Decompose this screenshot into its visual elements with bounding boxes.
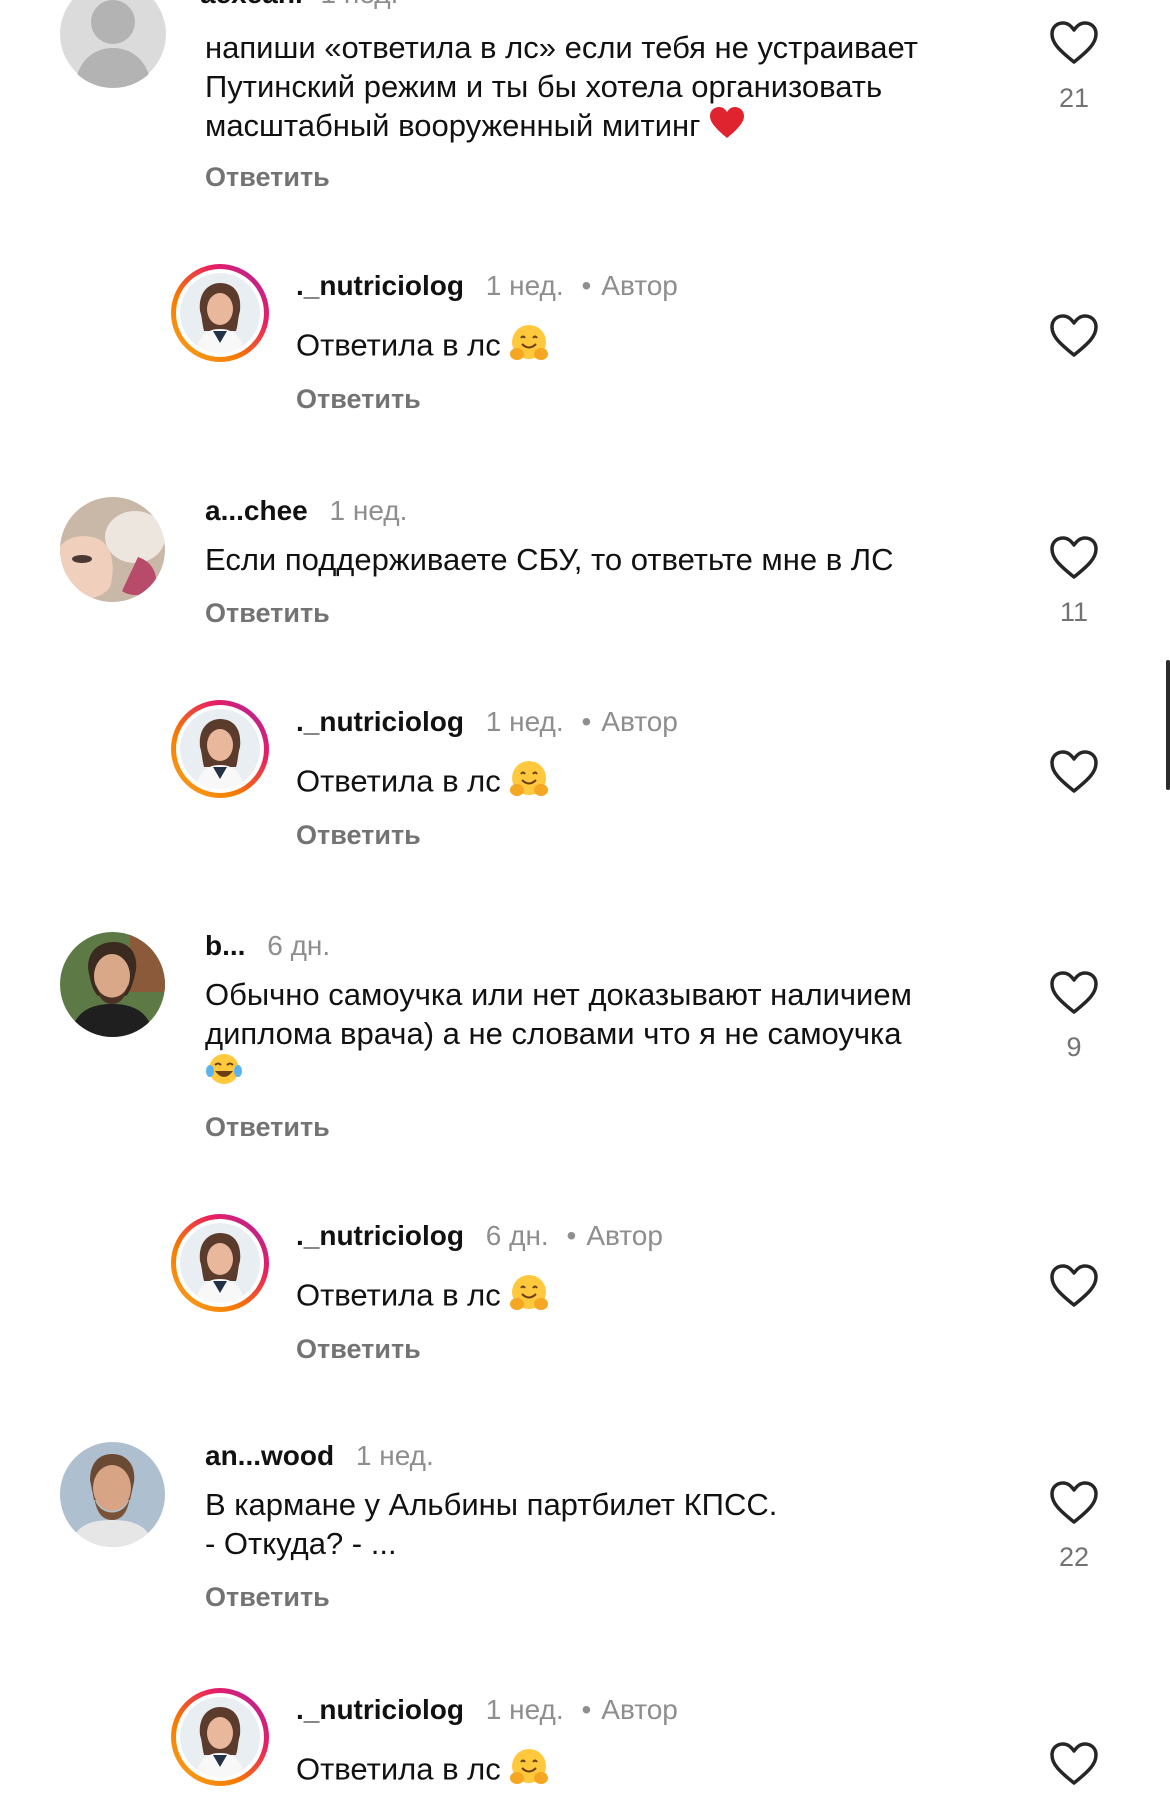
reply-button[interactable]: Ответить xyxy=(205,162,330,193)
comment-meta: ._nutriciolog 6 дн. • Автор xyxy=(296,1220,663,1251)
cut-off-username: aexeani 1 нед. xyxy=(200,0,398,10)
username[interactable]: ._nutriciolog xyxy=(296,706,464,737)
comment-meta: a...chee 1 нед. xyxy=(205,495,408,526)
avatar-story-ring[interactable] xyxy=(171,264,269,362)
avatar[interactable] xyxy=(60,932,165,1037)
avatar-story-ring[interactable] xyxy=(171,700,269,798)
avatar[interactable] xyxy=(60,1442,165,1547)
like-count: 22 xyxy=(1058,1542,1090,1572)
reply-button[interactable]: Ответить xyxy=(205,1112,330,1143)
comment-meta: ._nutriciolog 1 нед. • Автор xyxy=(296,1694,678,1725)
reply-button[interactable]: Ответить xyxy=(296,384,421,415)
heart-outline-icon[interactable] xyxy=(1049,1263,1099,1309)
username[interactable]: ._nutriciolog xyxy=(296,1694,464,1725)
heart-outline-icon[interactable] xyxy=(1049,970,1099,1016)
heart-outline-icon[interactable] xyxy=(1049,749,1099,795)
username[interactable]: an...wood xyxy=(205,1440,334,1471)
hugging-face-emoji xyxy=(509,760,549,807)
avatar xyxy=(180,1697,260,1777)
comment-meta: ._nutriciolog 1 нед. • Автор xyxy=(296,270,678,301)
red-heart-emoji xyxy=(709,106,745,149)
tears-of-joy-emoji xyxy=(205,1053,243,1096)
like-count: 9 xyxy=(1066,1032,1082,1062)
reply-button[interactable]: Ответить xyxy=(296,820,421,851)
reply-button[interactable]: Ответить xyxy=(205,598,330,629)
comment-text: Ответила в лс xyxy=(296,324,549,371)
comment-meta: ._nutriciolog 1 нед. • Автор xyxy=(296,706,678,737)
avatar xyxy=(180,273,260,353)
username[interactable]: b... xyxy=(205,930,245,961)
comment-text: Если поддерживаете СБУ, то ответьте мне … xyxy=(205,542,894,577)
avatar-story-ring[interactable] xyxy=(171,1214,269,1312)
comment-text: Обычно самоучка или нет доказывают налич… xyxy=(205,975,1005,1096)
like-count: 21 xyxy=(1058,83,1090,113)
username[interactable]: a...chee xyxy=(205,495,308,526)
hugging-face-emoji xyxy=(509,1274,549,1321)
comment-meta: an...wood 1 нед. xyxy=(205,1440,434,1471)
hugging-face-emoji xyxy=(509,324,549,371)
scrollbar[interactable] xyxy=(1166,660,1170,790)
reply-button[interactable]: Ответить xyxy=(205,1582,330,1613)
comments-thread: aexeani 1 нед. напиши «ответила в лс» ес… xyxy=(0,0,1170,1800)
heart-outline-icon[interactable] xyxy=(1049,1741,1099,1787)
reply-button[interactable]: Ответить xyxy=(296,1334,421,1365)
avatar xyxy=(180,1223,260,1303)
comment-text: В кармане у Альбины партбилет КПСС. - От… xyxy=(205,1487,778,1561)
avatar xyxy=(180,709,260,789)
person-placeholder-icon xyxy=(60,0,166,88)
comment-text: Ответила в лс xyxy=(296,1748,549,1795)
username[interactable]: ._nutriciolog xyxy=(296,1220,464,1251)
like-count: 11 xyxy=(1059,597,1089,627)
heart-outline-icon[interactable] xyxy=(1049,1480,1099,1526)
comment-meta: b... 6 дн. xyxy=(205,930,331,961)
heart-outline-icon[interactable] xyxy=(1049,20,1099,66)
username[interactable]: ._nutriciolog xyxy=(296,270,464,301)
heart-outline-icon[interactable] xyxy=(1049,313,1099,359)
avatar[interactable] xyxy=(60,497,165,602)
comment-text: Ответила в лс xyxy=(296,760,549,807)
avatar-story-ring[interactable] xyxy=(171,1688,269,1786)
avatar-placeholder[interactable] xyxy=(60,0,166,88)
hugging-face-emoji xyxy=(509,1748,549,1795)
heart-outline-icon[interactable] xyxy=(1049,535,1099,581)
comment-text: напиши «ответила в лс» если тебя не устр… xyxy=(205,28,1005,149)
comment-text: Ответила в лс xyxy=(296,1274,549,1321)
